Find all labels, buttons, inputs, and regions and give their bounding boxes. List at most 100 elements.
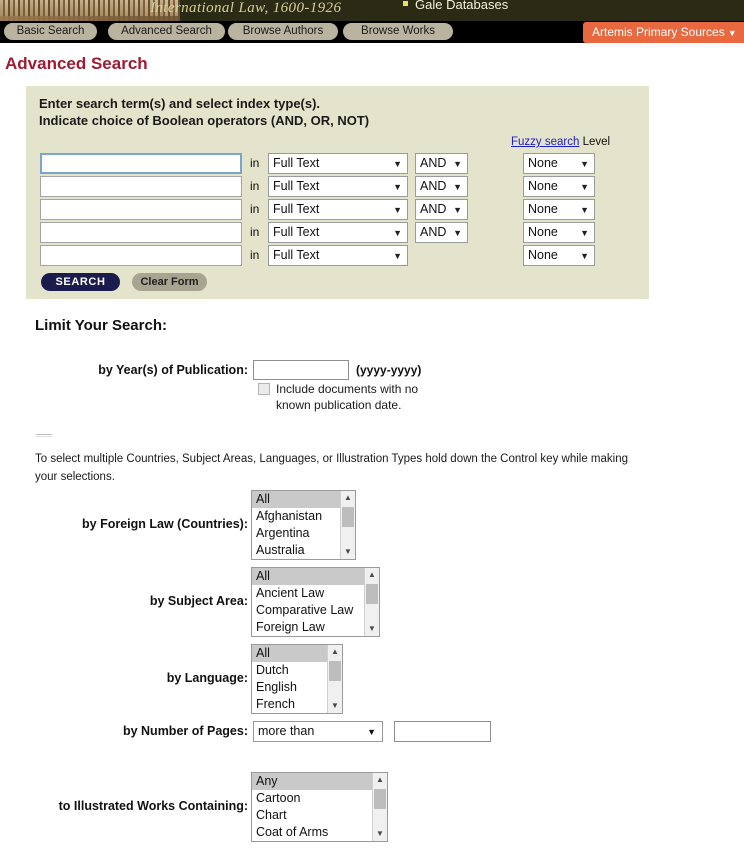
site-banner: International Law, 1600-1926 Gale Databa… [0, 0, 744, 21]
tab-advanced-search[interactable]: Advanced Search [108, 23, 225, 40]
language-label: by Language: [166, 671, 248, 685]
index-type-value: Full Text [273, 202, 320, 216]
include-no-date-label: Include documents with no known publicat… [276, 382, 419, 412]
illustrated-works-listbox[interactable]: Any Cartoon Chart Coat of Arms ▲ ▼ [251, 772, 388, 842]
fuzzy-level-select[interactable]: None ▼ [523, 245, 595, 266]
search-term-input[interactable] [40, 176, 242, 197]
search-instructions: Enter search term(s) and select index ty… [39, 95, 369, 129]
in-label: in [250, 248, 260, 262]
scroll-up-icon[interactable]: ▲ [328, 645, 342, 659]
instruction-line-2: Indicate choice of Boolean operators (AN… [39, 113, 370, 128]
index-type-select[interactable]: Full Text ▼ [268, 153, 408, 174]
list-item[interactable]: Ancient Law [252, 585, 379, 602]
search-term-input[interactable] [40, 222, 242, 243]
scrollbar[interactable]: ▲ ▼ [340, 491, 355, 559]
scrollbar[interactable]: ▲ ▼ [372, 773, 387, 841]
scrollbar-thumb[interactable] [329, 661, 341, 681]
artemis-primary-sources-menu[interactable]: Artemis Primary Sources ▼ [583, 22, 744, 43]
fuzzy-level-select[interactable]: None ▼ [523, 199, 595, 220]
scroll-down-icon[interactable]: ▼ [328, 699, 342, 713]
chevron-down-icon: ▼ [580, 182, 589, 192]
scroll-down-icon[interactable]: ▼ [373, 827, 387, 841]
scrollbar-thumb[interactable] [366, 584, 378, 604]
index-type-value: Full Text [273, 225, 320, 239]
search-term-input[interactable] [40, 199, 242, 220]
boolean-operator-select[interactable]: AND ▼ [415, 222, 468, 243]
chevron-down-icon: ▼ [453, 182, 462, 192]
index-type-value: Full Text [273, 248, 320, 262]
page-title: Advanced Search [5, 54, 148, 73]
limit-your-search-heading: Limit Your Search: [35, 317, 167, 334]
subject-area-label: by Subject Area: [149, 594, 248, 608]
scroll-up-icon[interactable]: ▲ [365, 568, 379, 582]
fuzzy-level-select[interactable]: None ▼ [523, 153, 595, 174]
include-no-date-checkbox[interactable] [258, 383, 270, 395]
section-divider [36, 434, 52, 437]
index-type-value: Full Text [273, 156, 320, 170]
search-button[interactable]: SEARCH [41, 273, 120, 291]
tab-basic-search[interactable]: Basic Search [4, 23, 97, 40]
index-type-select[interactable]: Full Text ▼ [268, 176, 408, 197]
list-item[interactable]: Any [252, 773, 387, 790]
in-label: in [250, 179, 260, 193]
foreign-law-countries-label: by Foreign Law (Countries): [82, 517, 248, 531]
chevron-down-icon: ▼ [453, 205, 462, 215]
boolean-operator-value: AND [420, 179, 447, 193]
boolean-operator-value: AND [420, 156, 447, 170]
fuzzy-search-link[interactable]: Fuzzy search [511, 136, 579, 148]
scroll-up-icon[interactable]: ▲ [373, 773, 387, 787]
in-label: in [250, 225, 260, 239]
boolean-operator-select[interactable]: AND ▼ [415, 176, 468, 197]
year-format-hint: (yyyy-yyyy) [356, 363, 422, 377]
number-of-pages-operator-select[interactable]: more than ▼ [253, 721, 383, 742]
scrollbar-thumb[interactable] [374, 789, 386, 809]
year-of-publication-label: by Year(s) of Publication: [98, 363, 248, 377]
index-type-select[interactable]: Full Text ▼ [268, 245, 408, 266]
chevron-down-icon: ▼ [393, 228, 402, 238]
chevron-down-icon: ▼ [580, 159, 589, 169]
scrollbar-thumb[interactable] [342, 507, 354, 527]
artemis-label: Artemis Primary Sources [592, 25, 725, 39]
search-term-input[interactable] [40, 245, 242, 266]
fuzzy-level-select[interactable]: None ▼ [523, 222, 595, 243]
scrollbar[interactable]: ▲ ▼ [327, 645, 342, 713]
chevron-down-icon: ▼ [393, 159, 402, 169]
list-item[interactable]: Comparative Law [252, 602, 379, 619]
subject-area-listbox[interactable]: All Ancient Law Comparative Law Foreign … [251, 567, 380, 637]
chevron-down-icon: ▼ [580, 251, 589, 261]
chevron-down-icon: ▼ [393, 182, 402, 192]
list-item[interactable]: All [252, 568, 379, 585]
language-listbox[interactable]: All Dutch English French ▲ ▼ [251, 644, 343, 714]
advanced-search-panel: Enter search term(s) and select index ty… [26, 86, 649, 299]
boolean-operator-value: AND [420, 225, 447, 239]
boolean-operator-select[interactable]: AND ▼ [415, 153, 468, 174]
fuzzy-level-value: None [528, 248, 558, 262]
instruction-line-1: Enter search term(s) and select index ty… [39, 96, 321, 111]
scroll-down-icon[interactable]: ▼ [365, 622, 379, 636]
list-item[interactable]: Chart [252, 807, 387, 824]
fuzzy-level-select[interactable]: None ▼ [523, 176, 595, 197]
list-item[interactable]: Cartoon [252, 790, 387, 807]
scroll-down-icon[interactable]: ▼ [341, 545, 355, 559]
boolean-operator-select[interactable]: AND ▼ [415, 199, 468, 220]
year-of-publication-input[interactable] [253, 360, 349, 380]
gale-databases-link[interactable]: Gale Databases [415, 0, 508, 12]
list-item[interactable]: Coat of Arms [252, 824, 387, 841]
search-term-input[interactable] [40, 153, 242, 174]
list-item[interactable]: Foreign Law [252, 619, 379, 636]
number-of-pages-input[interactable] [394, 721, 491, 742]
number-of-pages-label: by Number of Pages: [122, 724, 248, 738]
foreign-law-countries-listbox[interactable]: All Afghanistan Argentina Australia ▲ ▼ [251, 490, 356, 560]
scroll-up-icon[interactable]: ▲ [341, 491, 355, 505]
index-type-select[interactable]: Full Text ▼ [268, 199, 408, 220]
multi-select-instructions: To select multiple Countries, Subject Ar… [35, 453, 628, 483]
tab-browse-authors[interactable]: Browse Authors [228, 23, 338, 40]
clear-form-button[interactable]: Clear Form [132, 273, 207, 291]
chevron-down-icon: ▼ [367, 727, 376, 737]
index-type-select[interactable]: Full Text ▼ [268, 222, 408, 243]
tab-browse-works[interactable]: Browse Works [343, 23, 453, 40]
banner-title: International Law, 1600-1926 [150, 0, 342, 16]
in-label: in [250, 156, 260, 170]
chevron-down-icon: ▼ [580, 205, 589, 215]
scrollbar[interactable]: ▲ ▼ [364, 568, 379, 636]
